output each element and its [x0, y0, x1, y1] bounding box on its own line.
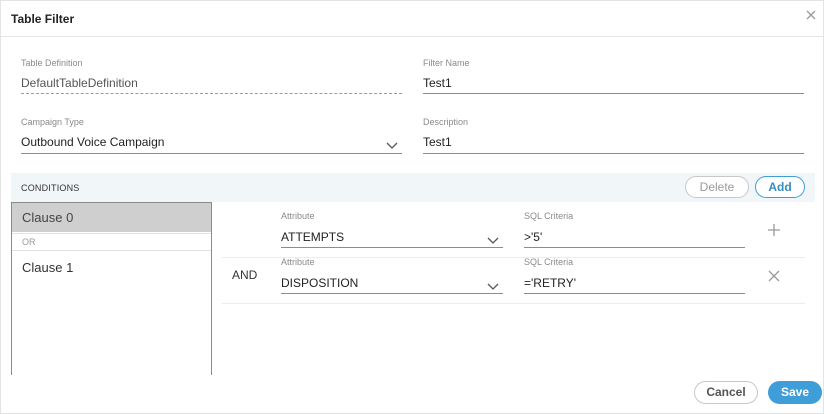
campaign-type-value[interactable]: Outbound Voice Campaign	[21, 135, 164, 149]
filter-name-label: Filter Name	[423, 58, 470, 68]
row-divider	[222, 303, 805, 304]
clause-list: Clause 0 OR Clause 1	[11, 202, 212, 375]
campaign-type-select[interactable]: Campaign Type Outbound Voice Campaign	[21, 117, 402, 154]
and-operator: AND	[232, 268, 258, 282]
description-label: Description	[423, 117, 469, 127]
description-field[interactable]: Description Test1	[423, 117, 804, 154]
clause-item-1[interactable]: Clause 1	[12, 257, 211, 279]
attribute-underline	[281, 247, 503, 248]
table-definition-field: Table Definition DefaultTableDefinition	[21, 58, 402, 94]
sql-criteria-value[interactable]: ='RETRY'	[524, 276, 576, 290]
sql-criteria-underline	[524, 247, 745, 248]
sql-criteria-label: SQL Criteria	[524, 211, 574, 221]
table-definition-label: Table Definition	[21, 58, 83, 68]
description-value[interactable]: Test1	[423, 135, 452, 149]
campaign-type-label: Campaign Type	[21, 117, 84, 127]
save-button[interactable]: Save	[768, 381, 822, 404]
close-icon[interactable]	[803, 7, 819, 23]
attribute-label: Attribute	[281, 211, 315, 221]
attribute-label: Attribute	[281, 257, 315, 267]
table-definition-value: DefaultTableDefinition	[21, 76, 138, 90]
chevron-down-icon[interactable]	[386, 137, 398, 149]
table-filter-dialog: Table Filter Table Definition DefaultTab…	[0, 0, 824, 414]
filter-name-field[interactable]: Filter Name Test1	[423, 58, 804, 94]
chevron-down-icon[interactable]	[487, 232, 499, 244]
sql-criteria-underline	[524, 293, 745, 294]
sql-criteria-field-row-2[interactable]: SQL Criteria ='RETRY'	[524, 257, 745, 294]
clause-item-0[interactable]: Clause 0	[12, 203, 211, 232]
campaign-type-underline	[21, 153, 402, 154]
dialog-title: Table Filter	[11, 12, 75, 26]
plus-icon[interactable]	[767, 223, 781, 237]
cancel-button[interactable]: Cancel	[694, 381, 758, 404]
filter-name-value[interactable]: Test1	[423, 76, 452, 90]
add-button[interactable]: Add	[755, 176, 805, 198]
sql-criteria-label: SQL Criteria	[524, 257, 574, 267]
attribute-underline	[281, 293, 503, 294]
attribute-value[interactable]: ATTEMPTS	[281, 230, 344, 244]
delete-button[interactable]: Delete	[685, 176, 749, 198]
conditions-bar: CONDITIONS Delete Add	[11, 173, 815, 202]
description-underline	[423, 153, 804, 154]
attribute-value[interactable]: DISPOSITION	[281, 276, 358, 290]
or-separator: OR	[12, 233, 211, 251]
conditions-header: CONDITIONS	[21, 183, 80, 193]
sql-criteria-field-row-1[interactable]: SQL Criteria >'5'	[524, 211, 745, 248]
table-definition-underline	[21, 93, 402, 94]
chevron-down-icon[interactable]	[487, 278, 499, 290]
filter-name-underline	[423, 93, 804, 94]
attribute-select-row-2[interactable]: Attribute DISPOSITION	[281, 257, 503, 294]
sql-criteria-value[interactable]: >'5'	[524, 230, 542, 244]
attribute-select-row-1[interactable]: Attribute ATTEMPTS	[281, 211, 503, 248]
close-icon[interactable]	[767, 269, 781, 283]
dialog-header: Table Filter	[1, 1, 824, 37]
